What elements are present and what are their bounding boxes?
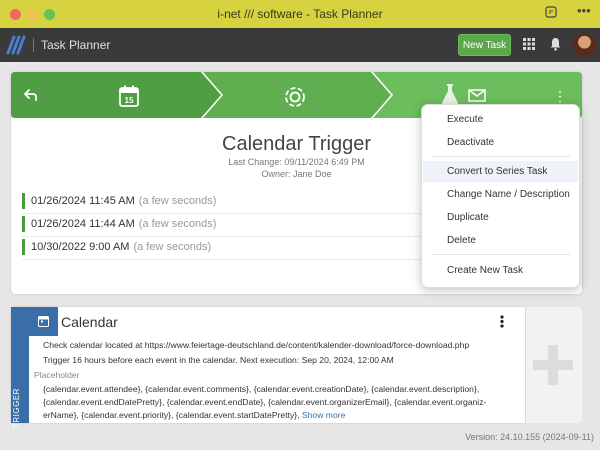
header-divider	[33, 38, 34, 52]
trigger-more-vertical-icon[interactable]	[500, 315, 504, 328]
version-label: Version: 24.10.155 (2024-09-11)	[465, 432, 594, 442]
execution-status-bar	[22, 216, 25, 232]
menu-item-deactivate[interactable]: Deactivate	[423, 132, 578, 153]
task-more-vertical-icon[interactable]: ⋮	[553, 88, 567, 105]
execution-row[interactable]: 01/26/2024 11:45 AM (a few seconds)	[22, 192, 432, 214]
execution-relative-time: (a few seconds)	[138, 218, 217, 230]
app-title: Task Planner	[41, 38, 111, 52]
trigger-calendar-source: Check calendar located at https://www.fe…	[43, 340, 470, 350]
task-context-menu: Execute Deactivate Convert to Series Tas…	[421, 104, 580, 288]
menu-item-execute[interactable]: Execute	[423, 109, 578, 130]
placeholder-list-line: {calendar.event.attendee}, {calendar.eve…	[43, 384, 480, 394]
menu-divider	[432, 254, 570, 255]
menu-item-convert-to-series-task[interactable]: Convert to Series Task	[423, 161, 578, 182]
menu-item-create-new-task[interactable]: Create New Task	[423, 260, 578, 281]
placeholder-list-line: erName}, {calendar.event.priority}, {cal…	[43, 410, 300, 420]
more-options-icon[interactable]: •••	[577, 3, 591, 18]
plus-icon[interactable]	[533, 345, 573, 385]
lifebuoy-step-icon[interactable]	[284, 86, 306, 108]
window-title: i-net /// software - Task Planner	[217, 7, 383, 21]
user-avatar[interactable]	[573, 33, 596, 56]
menu-item-duplicate[interactable]: Duplicate	[423, 207, 578, 228]
show-more-link[interactable]: Show more	[302, 410, 345, 420]
menu-item-change-name-description[interactable]: Change Name / Description	[423, 184, 578, 205]
execution-relative-time: (a few seconds)	[138, 195, 217, 207]
execution-time: 01/26/2024 11:45 AM	[31, 195, 135, 207]
mail-step-icon[interactable]	[468, 89, 486, 102]
trigger-title: Calendar	[61, 314, 118, 330]
menu-item-delete[interactable]: Delete	[423, 230, 578, 251]
execution-time: 01/26/2024 11:44 AM	[31, 218, 135, 230]
window-titlebar: i-net /// software - Task Planner •••	[0, 0, 600, 28]
back-arrow-icon[interactable]	[24, 88, 37, 104]
new-task-button[interactable]: New Task	[458, 34, 511, 56]
app-header: Task Planner New Task	[0, 28, 600, 62]
calendar-day-number: 15	[125, 96, 134, 105]
window-layout-icon[interactable]	[545, 6, 557, 21]
apps-grid-icon[interactable]	[523, 38, 535, 50]
execution-status-bar	[22, 193, 25, 209]
execution-row[interactable]: 10/30/2022 9:00 AM (a few seconds)	[22, 238, 432, 260]
trigger-side-label: TRIGGER	[12, 388, 21, 428]
placeholder-list-line: {calendar.event.endDatePretty}, {calenda…	[43, 397, 487, 407]
inet-logo-icon[interactable]	[6, 35, 26, 55]
execution-row[interactable]: 01/26/2024 11:44 AM (a few seconds)	[22, 215, 432, 237]
trigger-schedule-description: Trigger 16 hours before each event in th…	[43, 355, 394, 365]
calendar-icon	[38, 316, 49, 327]
calendar-step-icon[interactable]: 15	[119, 85, 139, 107]
flask-step-icon[interactable]	[440, 83, 460, 105]
menu-divider	[432, 156, 570, 157]
bell-icon[interactable]	[549, 37, 562, 51]
execution-time: 10/30/2022 9:00 AM	[31, 241, 130, 253]
placeholder-label: Placeholder	[34, 370, 80, 380]
execution-relative-time: (a few seconds)	[133, 241, 212, 253]
execution-status-bar	[22, 239, 25, 255]
